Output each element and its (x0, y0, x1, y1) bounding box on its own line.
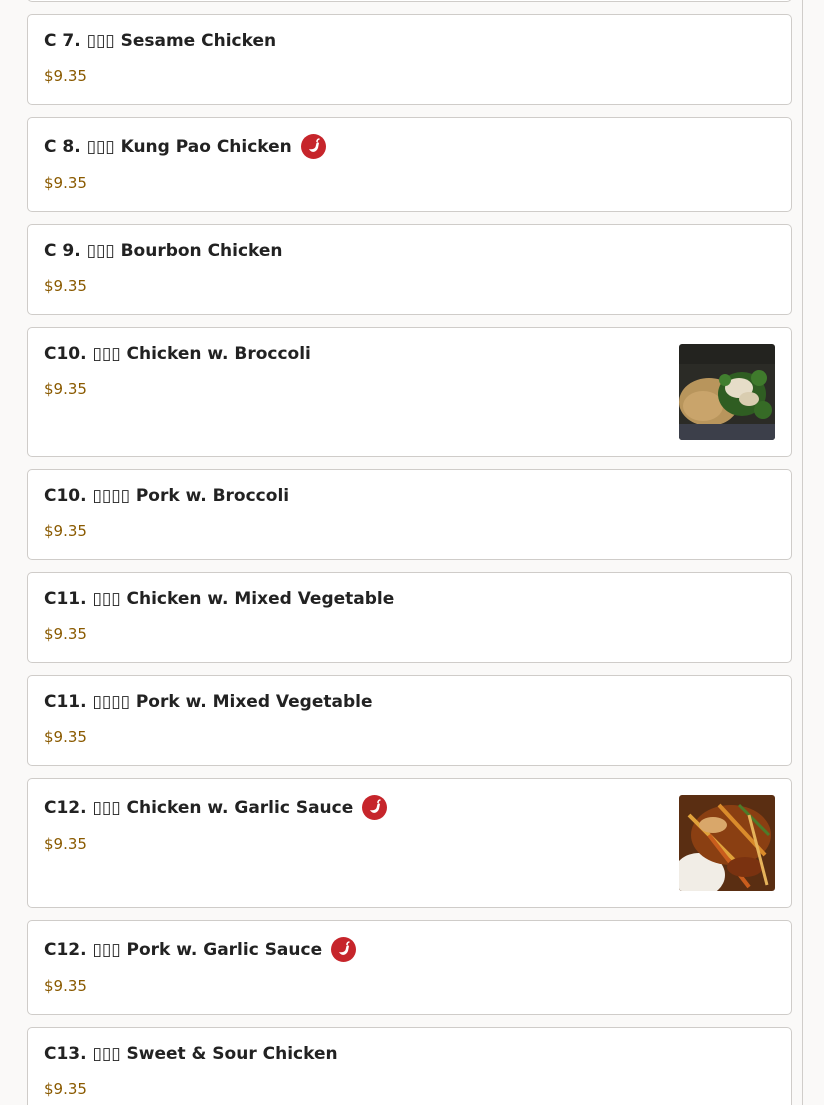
menu-item-name: C13. ▯▯▯ Sweet & Sour Chicken (44, 1044, 338, 1064)
menu-item-card[interactable]: C10. ▯▯▯ Chicken w. Broccoli $9.35 (27, 327, 792, 457)
menu-item-name: C11. ▯▯▯▯ Pork w. Mixed Vegetable (44, 692, 373, 712)
menu-item-name-text: C11. ▯▯▯▯ Pork w. Mixed Vegetable (44, 692, 373, 712)
menu-item-price: $9.35 (44, 625, 87, 643)
menu-item-name-text: C 8. ▯▯▯ Kung Pao Chicken (44, 136, 292, 157)
menu-page: C 7. ▯▯▯ Sesame Chicken $9.35 C 8. ▯▯▯ K… (0, 0, 824, 1105)
chili-pepper-icon (300, 134, 326, 159)
menu-item-price: $9.35 (44, 380, 87, 398)
garlic-sauce-photo[interactable] (679, 795, 775, 891)
menu-item-name-text: C12. ▯▯▯ Chicken w. Garlic Sauce (44, 797, 354, 818)
chicken-broccoli-photo[interactable] (679, 344, 775, 440)
menu-item-card[interactable]: C11. ▯▯▯▯ Pork w. Mixed Vegetable $9.35 (27, 675, 792, 766)
menu-item-card[interactable]: C 7. ▯▯▯ Sesame Chicken $9.35 (27, 14, 792, 105)
menu-item-card[interactable]: C12. ▯▯▯ Pork w. Garlic Sauce $9.35 (27, 920, 792, 1015)
chili-pepper-icon (331, 937, 357, 962)
menu-item-price: $9.35 (44, 67, 87, 85)
menu-item-name: C 8. ▯▯▯ Kung Pao Chicken (44, 134, 326, 159)
menu-item-price: $9.35 (44, 977, 87, 995)
menu-item-name: C 9. ▯▯▯ Bourbon Chicken (44, 241, 283, 261)
menu-item-name-text: C 9. ▯▯▯ Bourbon Chicken (44, 241, 283, 261)
menu-item-card[interactable]: C 8. ▯▯▯ Kung Pao Chicken $9.35 (27, 117, 792, 212)
scroll-divider (802, 0, 803, 1105)
menu-item-name: C 7. ▯▯▯ Sesame Chicken (44, 31, 276, 51)
menu-item-name: C10. ▯▯▯ Chicken w. Broccoli (44, 344, 311, 364)
menu-item-name: C11. ▯▯▯ Chicken w. Mixed Vegetable (44, 589, 394, 609)
menu-item-name-text: C13. ▯▯▯ Sweet & Sour Chicken (44, 1044, 338, 1064)
menu-item-name-text: C10. ▯▯▯ Chicken w. Broccoli (44, 344, 311, 364)
chili-pepper-icon (362, 795, 388, 820)
menu-item-name: C12. ▯▯▯ Pork w. Garlic Sauce (44, 937, 357, 962)
menu-item-name-text: C12. ▯▯▯ Pork w. Garlic Sauce (44, 939, 323, 960)
menu-item-price: $9.35 (44, 728, 87, 746)
menu-item-card[interactable]: C 9. ▯▯▯ Bourbon Chicken $9.35 (27, 224, 792, 315)
menu-item-name-text: C 7. ▯▯▯ Sesame Chicken (44, 31, 277, 51)
menu-item-card[interactable]: C12. ▯▯▯ Chicken w. Garlic Sauce $9.35 (27, 778, 792, 908)
menu-item-price: $9.35 (44, 174, 87, 192)
menu-item-name: C12. ▯▯▯ Chicken w. Garlic Sauce (44, 795, 388, 820)
menu-item-name-text: C11. ▯▯▯ Chicken w. Mixed Vegetable (44, 589, 395, 609)
menu-item-price: $9.35 (44, 277, 87, 295)
menu-item-name: C10. ▯▯▯▯ Pork w. Broccoli (44, 486, 289, 506)
menu-item-price: $9.35 (44, 835, 87, 853)
menu-item-card[interactable]: C10. ▯▯▯▯ Pork w. Broccoli $9.35 (27, 469, 792, 560)
menu-item-card[interactable]: C13. ▯▯▯ Sweet & Sour Chicken $9.35 (27, 1027, 792, 1105)
menu-item-price: $9.35 (44, 522, 87, 540)
menu-item-price: $9.35 (44, 1080, 87, 1098)
menu-item-card-partial[interactable] (27, 0, 792, 2)
menu-item-name-text: C10. ▯▯▯▯ Pork w. Broccoli (44, 486, 290, 506)
menu-item-card[interactable]: C11. ▯▯▯ Chicken w. Mixed Vegetable $9.3… (27, 572, 792, 663)
